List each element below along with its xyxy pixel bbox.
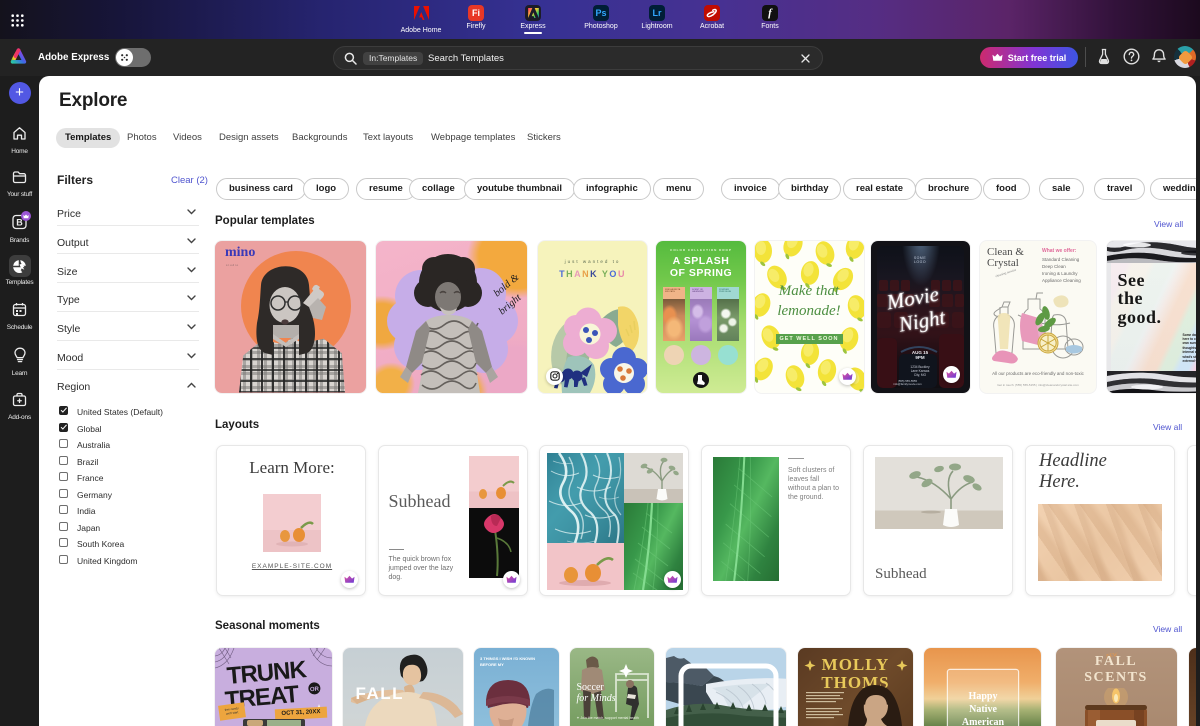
svg-text:OR: OR bbox=[309, 686, 319, 693]
